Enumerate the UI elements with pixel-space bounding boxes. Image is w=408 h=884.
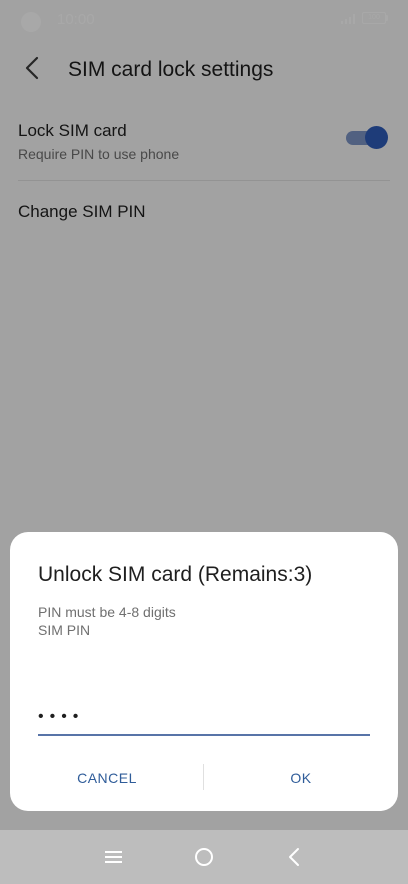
- recents-menu-icon: [105, 851, 122, 863]
- nav-back-button[interactable]: [274, 830, 314, 884]
- sim-pin-label: SIM PIN: [38, 622, 91, 638]
- sim-pin-value: ••••: [38, 708, 85, 725]
- dialog-title: Unlock SIM card (Remains:3): [38, 563, 313, 586]
- phone-screen: 10:00 100 SIM card lock settings Lock SI…: [0, 0, 408, 884]
- home-circle-icon: [195, 848, 213, 866]
- pin-length-hint: PIN must be 4-8 digits: [38, 604, 176, 620]
- back-chevron-icon: [289, 848, 299, 866]
- home-button[interactable]: [184, 830, 224, 884]
- navigation-bar: [0, 830, 408, 884]
- dialog-button-row: CANCEL OK: [10, 760, 398, 796]
- cancel-button[interactable]: CANCEL: [10, 760, 204, 796]
- pin-input-underline: [38, 734, 370, 736]
- unlock-sim-dialog: Unlock SIM card (Remains:3) PIN must be …: [10, 532, 398, 811]
- dialog-message: PIN must be 4-8 digits SIM PIN: [38, 603, 176, 639]
- recents-button[interactable]: [94, 830, 134, 884]
- sim-pin-input[interactable]: ••••: [38, 704, 370, 736]
- ok-button[interactable]: OK: [204, 760, 398, 796]
